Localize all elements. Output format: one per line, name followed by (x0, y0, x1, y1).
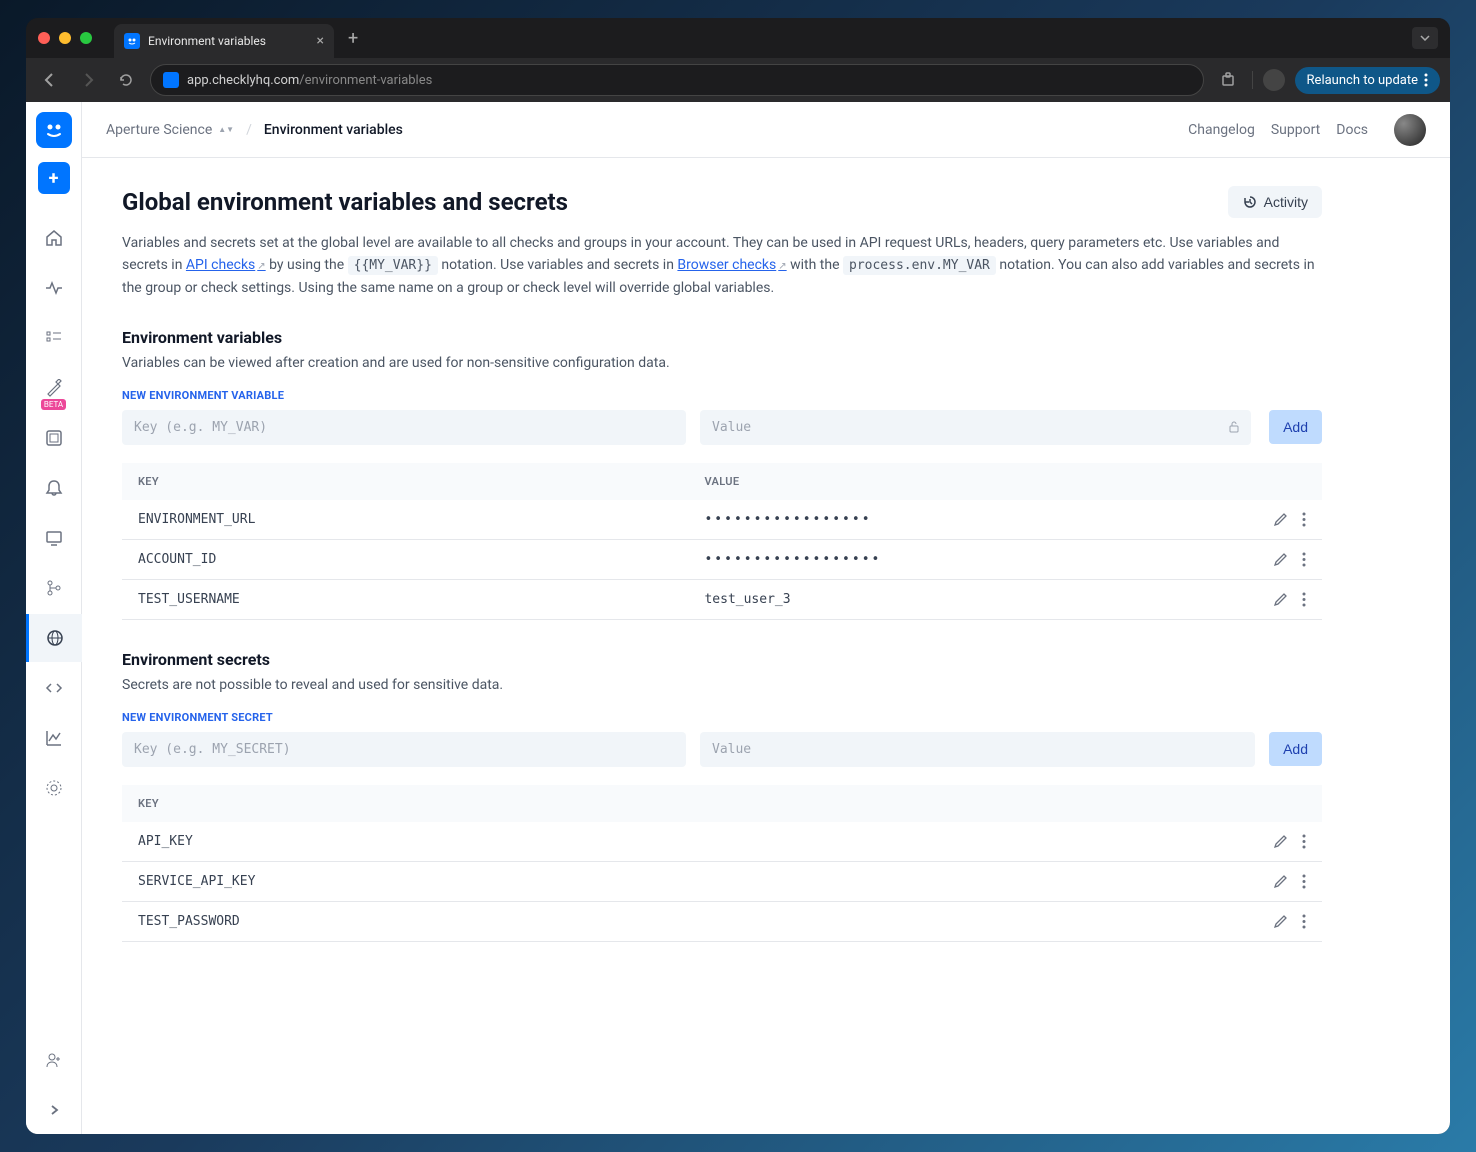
create-button[interactable]: + (38, 162, 70, 194)
sidebar-pulse-icon[interactable] (26, 264, 82, 312)
sidebar-invite-icon[interactable] (26, 1036, 82, 1084)
table-row: TEST_USERNAME test_user_3 (122, 580, 1322, 620)
sidebar-home-icon[interactable] (26, 214, 82, 262)
api-checks-link[interactable]: API checks↗ (186, 257, 266, 273)
sidebar-monitor-icon[interactable] (26, 514, 82, 562)
secrets-description: Secrets are not possible to reveal and u… (122, 677, 1322, 693)
browser-toolbar: app.checklyhq.com/environment-variables … (26, 58, 1450, 102)
page-description: Variables and secrets set at the global … (122, 232, 1322, 300)
app-header: Aperture Science ▲▼ / Environment variab… (82, 102, 1450, 158)
sidebar-git-icon[interactable] (26, 564, 82, 612)
user-avatar[interactable] (1394, 114, 1426, 146)
env-var-value-input[interactable] (700, 410, 1251, 445)
tab-close-button[interactable]: × (317, 33, 324, 49)
app-logo-icon[interactable] (36, 112, 72, 148)
table-row: TEST_PASSWORD (122, 902, 1322, 942)
browser-checks-link[interactable]: Browser checks↗ (677, 257, 786, 273)
sidebar-list-icon[interactable] (26, 314, 82, 362)
secret-key: TEST_PASSWORD (138, 914, 1273, 929)
org-switcher[interactable]: Aperture Science ▲▼ (106, 122, 234, 138)
env-var-key-input[interactable] (122, 410, 686, 445)
external-link-icon: ↗ (257, 261, 265, 272)
more-icon[interactable] (1302, 552, 1306, 567)
table-row: ENVIRONMENT_URL ••••••••••••••••• (122, 500, 1322, 540)
secret-key: API_KEY (138, 834, 1273, 849)
tab-favicon-icon (124, 33, 140, 49)
profile-avatar-icon[interactable] (1263, 69, 1285, 91)
add-secret-button[interactable]: Add (1269, 732, 1322, 766)
url-favicon-icon (163, 72, 179, 88)
nav-reload-button[interactable] (112, 66, 140, 94)
breadcrumb-current: Environment variables (264, 122, 403, 138)
support-link[interactable]: Support (1271, 122, 1320, 138)
nav-forward-button[interactable] (74, 66, 102, 94)
sidebar-alerts-icon[interactable] (26, 464, 82, 512)
app-sidebar: + (26, 102, 82, 1134)
history-icon (1242, 194, 1258, 210)
more-icon[interactable] (1302, 874, 1306, 889)
url-text: app.checklyhq.com/environment-variables (187, 73, 432, 88)
sidebar-collapse-icon[interactable] (26, 1086, 82, 1134)
tab-overflow-button[interactable] (1412, 27, 1438, 49)
more-icon[interactable] (1302, 834, 1306, 849)
table-row: ACCOUNT_ID •••••••••••••••••• (122, 540, 1322, 580)
more-icon[interactable] (1302, 914, 1306, 929)
env-vars-table: KEY VALUE ENVIRONMENT_URL ••••••••••••••… (122, 463, 1322, 620)
sidebar-group-icon[interactable] (26, 414, 82, 462)
th-key: KEY (138, 475, 704, 488)
edit-icon[interactable] (1273, 592, 1288, 607)
breadcrumb: Aperture Science ▲▼ / Environment variab… (106, 122, 403, 138)
table-row: API_KEY (122, 822, 1322, 862)
changelog-link[interactable]: Changelog (1188, 122, 1255, 138)
window-titlebar: Environment variables × + (26, 18, 1450, 58)
edit-icon[interactable] (1273, 512, 1288, 527)
tab-title: Environment variables (148, 34, 309, 48)
more-icon[interactable] (1302, 512, 1306, 527)
env-var-key: ACCOUNT_ID (138, 552, 704, 567)
env-vars-title: Environment variables (122, 328, 1322, 347)
sidebar-analytics-icon[interactable] (26, 714, 82, 762)
add-env-var-button[interactable]: Add (1269, 410, 1322, 444)
secrets-table: KEY API_KEY SERVICE_API_KEY TEST_PASSWOR… (122, 785, 1322, 942)
page-title: Global environment variables and secrets (122, 188, 1228, 216)
th-value: VALUE (704, 475, 1306, 488)
edit-icon[interactable] (1273, 552, 1288, 567)
sidebar-beta-icon[interactable] (26, 364, 82, 412)
more-icon[interactable] (1302, 592, 1306, 607)
sidebar-location-icon[interactable] (26, 764, 82, 812)
secrets-title: Environment secrets (122, 650, 1322, 669)
external-link-icon: ↗ (778, 261, 786, 272)
new-secret-label: NEW ENVIRONMENT SECRET (122, 711, 1322, 724)
window-close-button[interactable] (38, 32, 50, 44)
window-minimize-button[interactable] (59, 32, 71, 44)
edit-icon[interactable] (1273, 834, 1288, 849)
relaunch-button[interactable]: Relaunch to update (1295, 67, 1440, 94)
docs-link[interactable]: Docs (1336, 122, 1368, 138)
sidebar-globe-icon[interactable] (26, 614, 82, 662)
th-key: KEY (138, 797, 704, 810)
new-env-var-label: NEW ENVIRONMENT VARIABLE (122, 389, 1322, 402)
env-var-key: TEST_USERNAME (138, 592, 704, 607)
edit-icon[interactable] (1273, 874, 1288, 889)
browser-tab[interactable]: Environment variables × (114, 24, 334, 58)
unlock-icon[interactable] (1227, 420, 1241, 434)
url-bar[interactable]: app.checklyhq.com/environment-variables (150, 64, 1204, 96)
edit-icon[interactable] (1273, 914, 1288, 929)
secret-key: SERVICE_API_KEY (138, 874, 1273, 889)
secret-value-input[interactable] (700, 732, 1255, 767)
env-var-value: ••••••••••••••••• (704, 512, 1273, 527)
extensions-icon[interactable] (1214, 72, 1242, 88)
window-maximize-button[interactable] (80, 32, 92, 44)
env-var-value: •••••••••••••••••• (704, 552, 1273, 567)
activity-button[interactable]: Activity (1228, 186, 1322, 218)
env-var-value: test_user_3 (704, 592, 1273, 607)
sidebar-code-icon[interactable] (26, 664, 82, 712)
nav-back-button[interactable] (36, 66, 64, 94)
secret-key-input[interactable] (122, 732, 686, 767)
env-vars-description: Variables can be viewed after creation a… (122, 355, 1322, 371)
env-var-key: ENVIRONMENT_URL (138, 512, 704, 527)
new-tab-button[interactable]: + (348, 28, 358, 49)
chevron-updown-icon: ▲▼ (218, 127, 234, 133)
table-row: SERVICE_API_KEY (122, 862, 1322, 902)
